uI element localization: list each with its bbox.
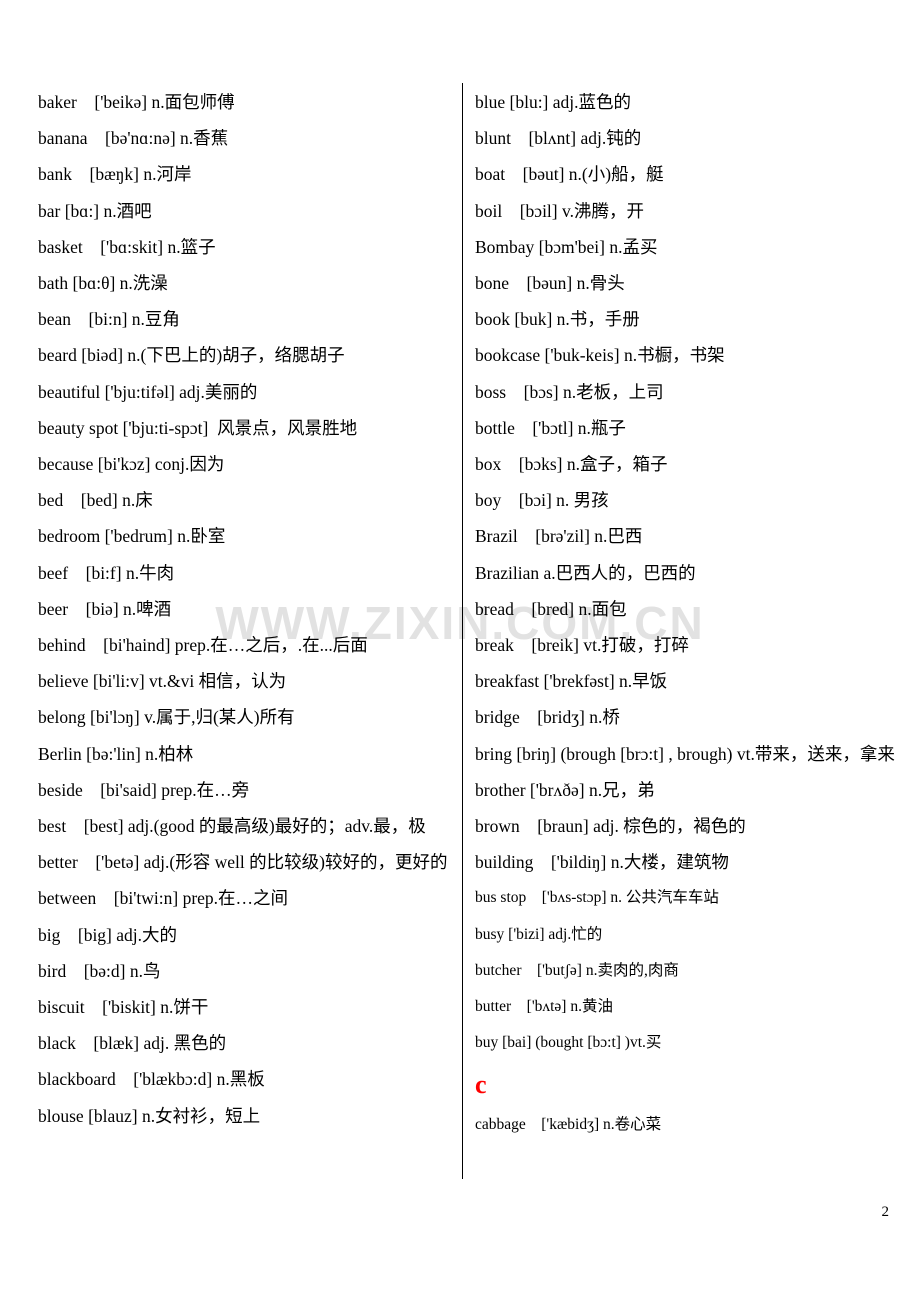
dictionary-entry: butcher ['butʃə] n.卖肉的,肉商 xyxy=(475,961,679,979)
dictionary-entry: blunt [blʌnt] adj.钝的 xyxy=(475,128,642,149)
dictionary-entry: boss [bɔs] n.老板，上司 xyxy=(475,381,664,402)
dictionary-entry: boy [bɔi] n. 男孩 xyxy=(475,490,609,511)
right-column: blue [blu:] adj.蓝色的 blunt [blʌnt] adj.钝的 b… xyxy=(475,84,895,1144)
dictionary-entry: beauty spot ['bju:ti-spɔt] 风景点，风景胜地 xyxy=(38,417,358,438)
dictionary-entry: boil [bɔil] v.沸腾，开 xyxy=(475,200,644,221)
dictionary-entry: belong [bi'lɔŋ] v.属于,归(某人)所有 xyxy=(38,707,295,728)
dictionary-entry: because [bi'kɔz] conj.因为 xyxy=(38,454,225,475)
dictionary-entry: butter ['bʌtə] n.黄油 xyxy=(475,998,613,1016)
dictionary-entry: brother ['brʌðə] n.兄，弟 xyxy=(475,779,655,800)
dictionary-entry: beef [bi:f] n.牛肉 xyxy=(38,562,175,583)
dictionary-entry: bottle ['bɔtl] n.瓶子 xyxy=(475,417,626,438)
dictionary-entry: Brazilian a.巴西人的，巴西的 xyxy=(475,562,696,583)
dictionary-entry: blouse [blauz] n.女衬衫，短上 xyxy=(38,1105,261,1126)
dictionary-entry: bed [bed] n.床 xyxy=(38,490,153,511)
dictionary-entry: brown [braun] adj. 棕色的，褐色的 xyxy=(475,816,746,837)
dictionary-entry: building ['bildiŋ] n.大楼，建筑物 xyxy=(475,852,729,873)
dictionary-entry: bring [briŋ] (brough [brɔ:t] , brough) v… xyxy=(475,743,895,764)
dictionary-entry: break [breik] vt.打破，打碎 xyxy=(475,635,689,656)
dictionary-entry: baker ['beikə] n.面包师傅 xyxy=(38,92,235,112)
dictionary-entry: busy ['bizi] adj.忙的 xyxy=(475,925,603,943)
dictionary-entry: basket ['bɑ:skit] n.篮子 xyxy=(38,236,216,257)
dictionary-entry: bean [bi:n] n.豆角 xyxy=(38,309,180,330)
dictionary-entry: cabbage ['kæbidʒ] n.卷心菜 xyxy=(475,1116,662,1134)
dictionary-entry: boat [bəut] n.(小)船，艇 xyxy=(475,164,664,185)
dictionary-entry: banana [bə'nɑ:nə] n.香蕉 xyxy=(38,128,229,149)
dictionary-entry: bedroom ['bedrum] n.卧室 xyxy=(38,526,226,547)
dictionary-entry: beside [bi'said] prep.在…旁 xyxy=(38,779,250,800)
dictionary-entry: bus stop ['bʌs-stɔp] n. 公共汽车车站 xyxy=(475,889,719,907)
dictionary-entry: beautiful ['bju:tifəl] adj.美丽的 xyxy=(38,381,258,402)
dictionary-entry: believe [bi'li:v] vt.&vi 相信，认为 xyxy=(38,671,287,692)
dictionary-entry: biscuit ['biskit] n.饼干 xyxy=(38,997,209,1018)
dictionary-entry: better ['betə] adj.(形容 well 的比较级)较好的，更好的 xyxy=(38,852,448,873)
dictionary-entry: best [best] adj.(good 的最高级)最好的；adv.最，极 xyxy=(38,816,426,837)
dictionary-entry: bank [bæŋk] n.河岸 xyxy=(38,164,192,185)
dictionary-entry: bath [bɑ:θ] n.洗澡 xyxy=(38,273,168,294)
document-page: WWW.ZIXIN.COM.CN baker ['beikə] n.面包师傅 ba… xyxy=(0,0,920,1302)
dictionary-entry: book [buk] n.书，手册 xyxy=(475,309,640,330)
dictionary-entry: Brazil [brə'zil] n.巴西 xyxy=(475,526,643,547)
dictionary-entry: blackboard ['blækbɔ:d] n.黑板 xyxy=(38,1069,265,1090)
dictionary-entry: black [blæk] adj. 黑色的 xyxy=(38,1033,227,1054)
dictionary-entry: breakfast ['brekfəst] n.早饭 xyxy=(475,671,668,692)
dictionary-entry: beard [biəd] n.(下巴上的)胡子，络腮胡子 xyxy=(38,345,345,366)
dictionary-entry: between [bi'twi:n] prep.在…之间 xyxy=(38,888,289,909)
dictionary-entry: bird [bə:d] n.鸟 xyxy=(38,960,161,981)
dictionary-entry: bread [bred] n.面包 xyxy=(475,598,627,619)
dictionary-entry: Bombay [bɔm'bei] n.孟买 xyxy=(475,236,658,257)
left-column: baker ['beikə] n.面包师傅 banana [bə'nɑ:nə] n… xyxy=(38,84,456,1134)
dictionary-entry: behind [bi'haind] prep.在…之后，.在...后面 xyxy=(38,635,368,656)
dictionary-columns: baker ['beikə] n.面包师傅 banana [bə'nɑ:nə] n… xyxy=(0,0,920,1302)
section-letter-heading: c xyxy=(475,1070,487,1100)
dictionary-entry: bridge [bridʒ] n.桥 xyxy=(475,707,620,728)
column-divider xyxy=(462,83,463,1179)
page-number: 2 xyxy=(881,1204,890,1220)
dictionary-entry: bookcase ['buk-keis] n.书橱，书架 xyxy=(475,345,725,366)
dictionary-entry: blue [blu:] adj.蓝色的 xyxy=(475,92,632,112)
dictionary-entry: buy [bai] (bought [bɔ:t] )vt.买 xyxy=(475,1034,662,1052)
dictionary-entry: big [big] adj.大的 xyxy=(38,924,178,945)
dictionary-entry: Berlin [bə:'lin] n.柏林 xyxy=(38,743,194,764)
dictionary-entry: beer [biə] n.啤酒 xyxy=(38,598,172,619)
dictionary-entry: box [bɔks] n.盒子，箱子 xyxy=(475,454,668,475)
dictionary-entry: bone [bəun] n.骨头 xyxy=(475,273,625,294)
dictionary-entry: bar [bɑ:] n.酒吧 xyxy=(38,200,152,221)
